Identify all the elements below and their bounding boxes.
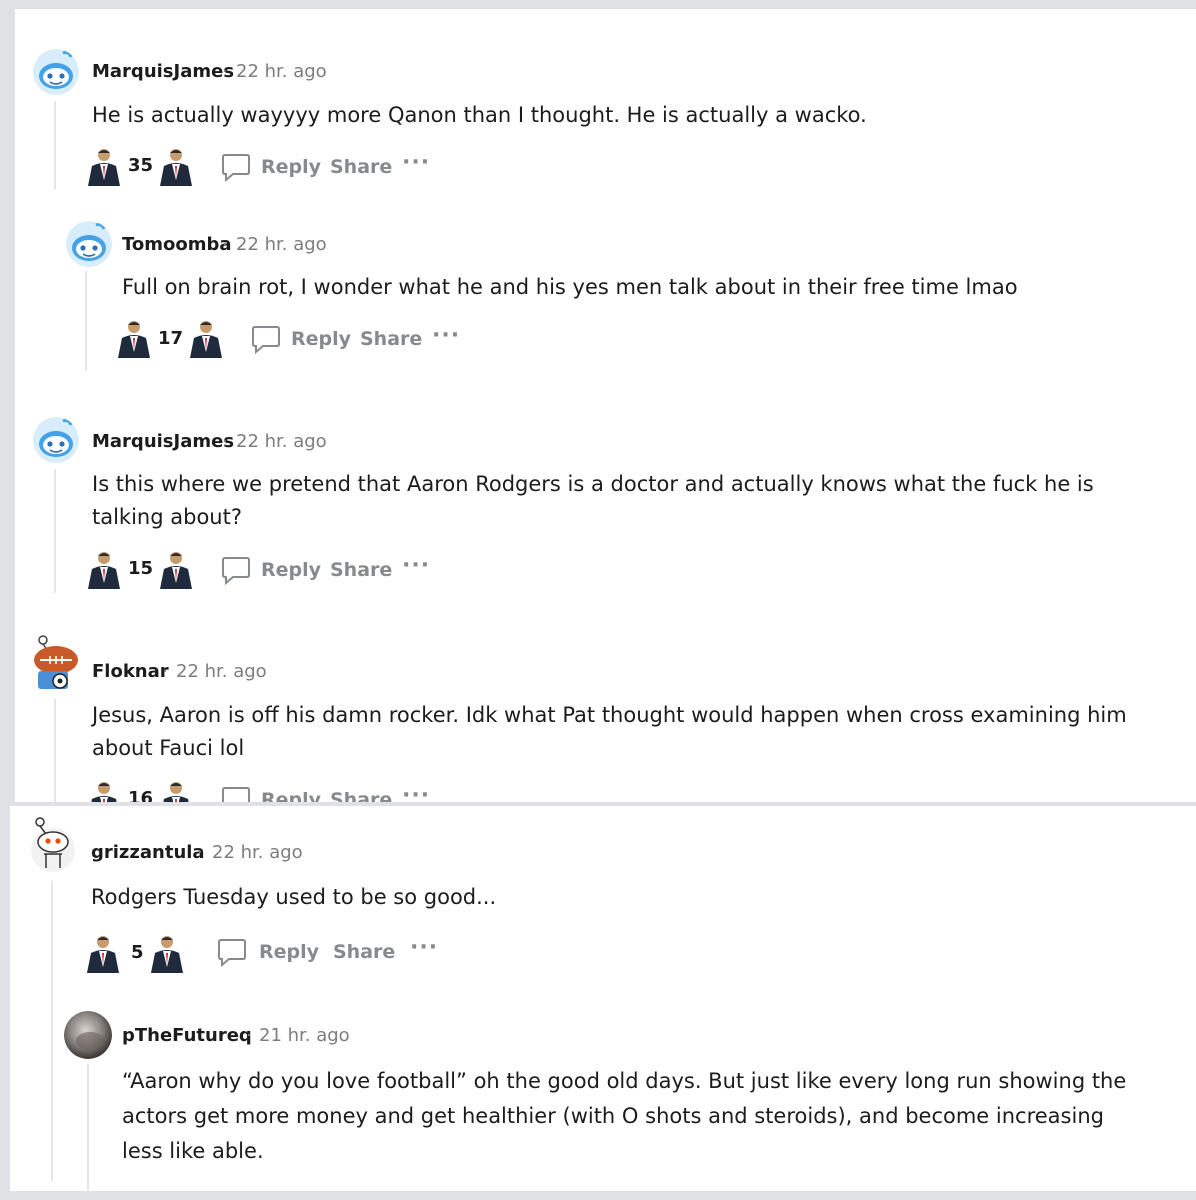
upvote-icon[interactable] bbox=[84, 779, 124, 802]
comment-bubble-icon[interactable] bbox=[250, 323, 282, 355]
share-button[interactable]: Share bbox=[360, 328, 422, 350]
thread-line[interactable] bbox=[54, 101, 56, 189]
vote-score: 16 bbox=[128, 788, 154, 802]
comments-panel-bottom: grizzantula · 22 hr. ago Rodgers Tuesday… bbox=[10, 806, 1196, 1191]
avatar[interactable] bbox=[30, 635, 82, 691]
reply-button[interactable]: Reply bbox=[291, 328, 351, 350]
more-options-icon[interactable]: ··· bbox=[402, 553, 430, 578]
share-button[interactable]: Share bbox=[330, 789, 392, 802]
reply-button[interactable]: Reply bbox=[261, 789, 321, 802]
more-options-icon[interactable]: ··· bbox=[432, 323, 460, 348]
more-options-icon[interactable]: ··· bbox=[410, 935, 438, 960]
timestamp[interactable]: 22 hr. ago bbox=[212, 842, 303, 863]
meta-separator: · bbox=[222, 234, 228, 255]
share-button[interactable]: Share bbox=[330, 559, 392, 581]
more-options-icon[interactable]: ··· bbox=[402, 150, 430, 175]
avatar[interactable] bbox=[33, 49, 79, 95]
downvote-icon[interactable] bbox=[186, 318, 226, 358]
vote-score: 17 bbox=[158, 328, 184, 349]
reply-button[interactable]: Reply bbox=[261, 156, 321, 178]
profile-photo-avatar-icon bbox=[64, 1011, 112, 1059]
downvote-icon[interactable] bbox=[156, 779, 196, 802]
comment-bubble-icon[interactable] bbox=[220, 784, 252, 802]
vote-score: 35 bbox=[128, 155, 154, 176]
meta-separator: · bbox=[197, 842, 203, 863]
comment-text: Is this where we pretend that Aaron Rodg… bbox=[92, 472, 1094, 529]
downvote-icon[interactable] bbox=[156, 146, 196, 186]
downvote-icon[interactable] bbox=[156, 549, 196, 589]
username[interactable]: Floknar bbox=[92, 661, 169, 682]
avatar[interactable] bbox=[28, 816, 78, 874]
reply-button[interactable]: Reply bbox=[259, 941, 319, 963]
username[interactable]: Tomoomba bbox=[122, 234, 232, 255]
username[interactable]: grizzantula bbox=[91, 842, 205, 863]
snoo-outline-avatar-icon bbox=[31, 817, 75, 872]
comment-text: Rodgers Tuesday used to be so good... bbox=[91, 885, 497, 909]
thread-line[interactable] bbox=[85, 271, 87, 371]
reply-button[interactable]: Reply bbox=[261, 559, 321, 581]
upvote-icon[interactable] bbox=[84, 549, 124, 589]
downvote-icon[interactable] bbox=[147, 933, 187, 973]
thread-line[interactable] bbox=[87, 1064, 89, 1191]
upvote-icon[interactable] bbox=[114, 318, 154, 358]
username[interactable]: MarquisJames bbox=[92, 431, 234, 452]
more-options-icon[interactable]: ··· bbox=[402, 783, 430, 802]
avatar[interactable] bbox=[33, 417, 79, 463]
meta-separator: · bbox=[222, 431, 228, 452]
comment-text: “Aaron why do you love football” oh the … bbox=[122, 1069, 1127, 1163]
meta-separator: · bbox=[162, 661, 168, 682]
timestamp[interactable]: 22 hr. ago bbox=[236, 234, 327, 255]
snoo-avatar-icon bbox=[33, 417, 79, 463]
meta-separator: · bbox=[222, 61, 228, 82]
timestamp[interactable]: 21 hr. ago bbox=[259, 1025, 350, 1046]
comment-text: He is actually wayyyy more Qanon than I … bbox=[92, 103, 867, 127]
football-snoo-avatar-icon bbox=[34, 635, 78, 689]
comment-text: Full on brain rot, I wonder what he and … bbox=[122, 275, 1018, 299]
vote-score: 5 bbox=[131, 942, 144, 963]
share-button[interactable]: Share bbox=[333, 941, 395, 963]
avatar[interactable] bbox=[64, 1011, 112, 1059]
username[interactable]: MarquisJames bbox=[92, 61, 234, 82]
upvote-icon[interactable] bbox=[83, 933, 123, 973]
comment-bubble-icon[interactable] bbox=[220, 151, 252, 183]
avatar[interactable] bbox=[66, 221, 112, 267]
thread-line[interactable] bbox=[54, 469, 56, 593]
timestamp[interactable]: 22 hr. ago bbox=[236, 61, 327, 82]
comments-panel-top: MarquisJames · 22 hr. ago He is actually… bbox=[15, 9, 1196, 802]
comment-bubble-icon[interactable] bbox=[220, 554, 252, 586]
share-button[interactable]: Share bbox=[330, 156, 392, 178]
vote-score: 15 bbox=[128, 558, 154, 579]
comment-text: Jesus, Aaron is off his damn rocker. Idk… bbox=[92, 703, 1127, 760]
snoo-avatar-icon bbox=[33, 49, 79, 95]
snoo-avatar-icon bbox=[66, 221, 112, 267]
username[interactable]: pTheFutureq bbox=[122, 1025, 252, 1046]
comment-bubble-icon[interactable] bbox=[216, 936, 248, 968]
meta-separator: · bbox=[246, 1025, 252, 1046]
timestamp[interactable]: 22 hr. ago bbox=[176, 661, 267, 682]
thread-line[interactable] bbox=[51, 881, 53, 1181]
thread-line[interactable] bbox=[54, 699, 56, 802]
timestamp[interactable]: 22 hr. ago bbox=[236, 431, 327, 452]
upvote-icon[interactable] bbox=[84, 146, 124, 186]
